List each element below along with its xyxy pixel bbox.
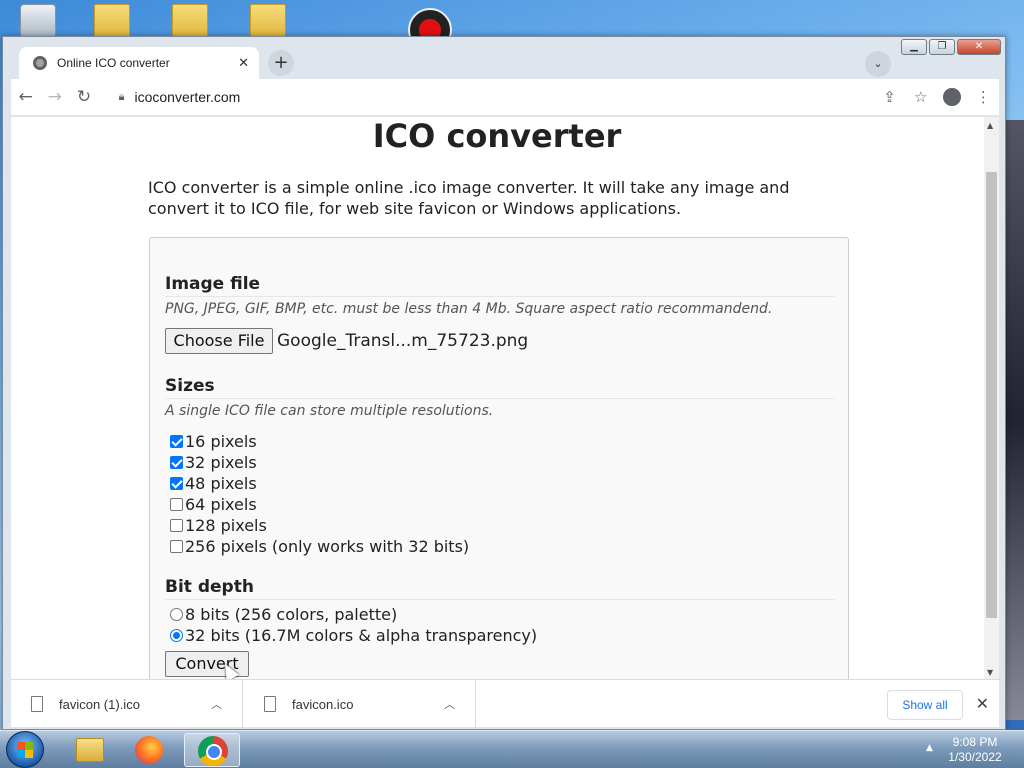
selected-file-name: Google_Transl...m_75723.png	[277, 331, 529, 351]
tray-expand-icon[interactable]: ▲	[926, 743, 933, 753]
sizes-hint: A single ICO file can store multiple res…	[165, 403, 494, 419]
bit-depth-radio-8[interactable]	[170, 607, 183, 621]
clock-time: 9:08 PM	[952, 735, 998, 749]
clock-date: 1/30/2022	[948, 750, 1002, 764]
desktop-wallpaper	[1004, 120, 1024, 720]
bit-depth-label: 32 bits (16.7M colors & alpha transparen…	[185, 625, 538, 645]
tab-title: Online ICO converter	[57, 56, 170, 70]
bit-depth-heading: Bit depth	[165, 577, 254, 597]
url-text[interactable]: icoconverter.com	[134, 89, 874, 105]
size-checkbox-48[interactable]	[170, 476, 183, 490]
close-shelf-icon[interactable]: ✕	[976, 694, 989, 713]
tab-search-chevron-icon[interactable]: ⌄	[865, 51, 891, 77]
sizes-heading: Sizes	[165, 376, 215, 396]
maximize-button[interactable]: ❐	[929, 39, 955, 55]
downloads-shelf: favicon (1).ico ︿ favicon.ico ︿ Show all…	[11, 679, 999, 728]
page-scrollbar[interactable]: ▲ ▼	[984, 117, 999, 679]
section-divider	[165, 398, 835, 399]
show-all-button[interactable]: Show all	[887, 690, 963, 720]
taskbar: ▲ 9:08 PM 1/30/2022	[0, 730, 1024, 768]
close-window-button[interactable]: ✕	[957, 39, 1001, 55]
chrome-icon	[198, 736, 228, 766]
image-file-hint: PNG, JPEG, GIF, BMP, etc. must be less t…	[165, 301, 773, 317]
scrollbar-thumb[interactable]	[986, 172, 997, 618]
download-item[interactable]: favicon (1).ico ︿	[11, 680, 243, 728]
download-file-name[interactable]: favicon (1).ico	[59, 697, 211, 712]
browser-window: ▁ ❐ ✕ Online ICO converter ✕ + ⌄ ← → ↻ 🔒…	[2, 36, 1006, 730]
page-title: ICO converter	[372, 117, 622, 155]
size-checkbox-16[interactable]	[170, 434, 183, 448]
image-file-heading: Image file	[165, 274, 261, 294]
size-label: 32 pixels	[185, 452, 257, 472]
globe-icon	[33, 56, 47, 70]
address-bar[interactable]: 🔒︎ icoconverter.com	[115, 83, 874, 111]
browser-toolbar: ← → ↻ 🔒︎ icoconverter.com ⇪ ☆ ⋮	[11, 79, 999, 115]
forward-arrow-icon[interactable]: →	[40, 87, 69, 107]
size-option-64[interactable]: 64 pixels	[170, 494, 257, 514]
system-clock[interactable]: 9:08 PM 1/30/2022	[944, 735, 1006, 765]
file-icon	[31, 696, 43, 712]
chevron-up-icon[interactable]: ︿	[211, 696, 222, 712]
reload-icon[interactable]: ↻	[69, 87, 98, 107]
converter-form: Image file PNG, JPEG, GIF, BMP, etc. mus…	[149, 237, 849, 679]
browser-tab[interactable]: Online ICO converter ✕	[19, 47, 259, 79]
scroll-down-arrow-icon[interactable]: ▼	[987, 668, 993, 677]
close-tab-icon[interactable]: ✕	[238, 56, 249, 71]
size-label: 48 pixels	[185, 473, 257, 493]
intro-text: ICO converter is a simple online .ico im…	[148, 178, 790, 218]
window-controls: ▁ ❐ ✕	[901, 39, 1001, 55]
start-button[interactable]	[6, 731, 44, 768]
minimize-button[interactable]: ▁	[901, 39, 927, 55]
new-tab-button[interactable]: +	[268, 50, 294, 76]
section-divider	[165, 599, 835, 600]
bit-depth-radio-32[interactable]	[170, 628, 183, 642]
file-icon	[264, 696, 276, 712]
taskbar-chrome[interactable]	[184, 733, 240, 767]
size-checkbox-64[interactable]	[170, 497, 183, 511]
download-file-name[interactable]: favicon.ico	[292, 697, 444, 712]
size-label: 16 pixels	[185, 431, 257, 451]
desktop-folder-icon[interactable]	[172, 4, 208, 38]
size-label: 128 pixels	[185, 515, 267, 535]
desktop-folder-icon[interactable]	[250, 4, 286, 38]
size-option-48[interactable]: 48 pixels	[170, 473, 257, 493]
size-label: 64 pixels	[185, 494, 257, 514]
size-label: 256 pixels (only works with 32 bits)	[185, 536, 470, 556]
back-arrow-icon[interactable]: ←	[11, 87, 40, 107]
bit-depth-option-8[interactable]: 8 bits (256 colors, palette)	[170, 604, 397, 624]
bit-depth-label: 8 bits (256 colors, palette)	[185, 604, 398, 624]
size-option-32[interactable]: 32 pixels	[170, 452, 257, 472]
taskbar-firefox[interactable]	[122, 733, 178, 767]
bookmark-star-icon[interactable]: ☆	[905, 88, 936, 106]
taskbar-explorer[interactable]	[62, 733, 118, 767]
file-explorer-icon	[76, 738, 104, 762]
recycle-bin-icon[interactable]	[20, 4, 56, 38]
size-checkbox-128[interactable]	[170, 518, 183, 532]
size-option-16[interactable]: 16 pixels	[170, 431, 257, 451]
desktop-folder-icon[interactable]	[94, 4, 130, 38]
firefox-icon	[135, 736, 163, 764]
chevron-up-icon[interactable]: ︿	[444, 696, 455, 712]
windows-logo-icon	[17, 742, 33, 758]
size-option-128[interactable]: 128 pixels	[170, 515, 267, 535]
lock-icon[interactable]: 🔒︎	[119, 90, 125, 104]
size-option-256[interactable]: 256 pixels (only works with 32 bits)	[170, 536, 469, 556]
share-icon[interactable]: ⇪	[874, 88, 905, 106]
kebab-menu-icon[interactable]: ⋮	[968, 88, 999, 106]
size-checkbox-32[interactable]	[170, 455, 183, 469]
bit-depth-option-32[interactable]: 32 bits (16.7M colors & alpha transparen…	[170, 625, 537, 645]
page-viewport: ICO converter ICO converter is a simple …	[11, 117, 999, 679]
profile-icon[interactable]	[943, 88, 961, 106]
choose-file-button[interactable]: Choose File	[165, 328, 273, 354]
section-divider	[165, 296, 835, 297]
size-checkbox-256[interactable]	[170, 539, 183, 553]
download-item[interactable]: favicon.ico ︿	[244, 680, 476, 728]
scroll-up-arrow-icon[interactable]: ▲	[987, 121, 993, 130]
